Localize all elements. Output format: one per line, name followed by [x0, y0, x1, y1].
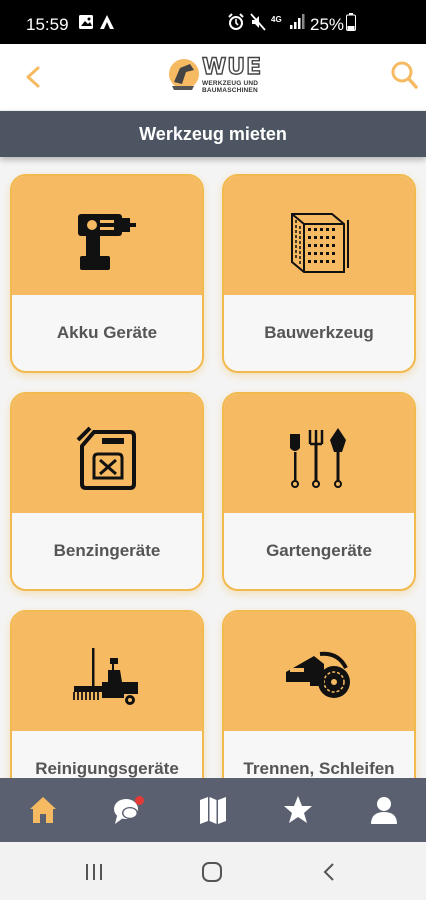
company-logo: WUE WERKZEUG UND BAUMASCHINEN — [168, 54, 268, 94]
alarm-icon — [228, 13, 244, 30]
cleaning-machine-icon — [12, 612, 202, 731]
star-icon[interactable] — [282, 794, 314, 826]
mute-icon — [250, 13, 266, 31]
category-card-benzingeraete[interactable]: Benzingeräte — [10, 392, 204, 591]
app-header: WUE WERKZEUG UND BAUMASCHINEN — [0, 44, 426, 110]
fuel-canister-icon — [12, 394, 202, 513]
recent-apps-icon[interactable] — [82, 860, 106, 884]
category-card-bauwerkzeug[interactable]: Bauwerkzeug — [222, 174, 416, 373]
map-icon[interactable] — [197, 794, 229, 826]
home-button-icon[interactable] — [200, 860, 224, 884]
signal-icon — [290, 14, 305, 29]
page-title: Werkzeug mieten — [0, 111, 426, 157]
category-label: Benzingeräte — [53, 541, 161, 560]
battery-icon — [346, 13, 356, 31]
system-navigation-bar — [0, 842, 426, 900]
category-card-gartengeraete[interactable]: Gartengeräte — [222, 392, 416, 591]
garden-tools-icon — [224, 394, 414, 513]
user-icon[interactable] — [368, 794, 400, 826]
system-back-icon[interactable] — [318, 860, 342, 884]
category-label: Bauwerkzeug — [264, 323, 374, 342]
battery-percent: 25% — [310, 15, 345, 34]
logo-subtitle-line2: BAUMASCHINEN — [202, 87, 258, 94]
app-notification-icon — [100, 15, 114, 29]
home-icon[interactable] — [27, 794, 59, 826]
brick-wall-icon — [224, 176, 414, 295]
logo-wordmark: WUE — [201, 54, 263, 80]
cut-off-saw-icon — [224, 612, 414, 731]
cordless-drill-icon — [12, 176, 202, 295]
back-button[interactable] — [20, 62, 48, 92]
category-label: Gartengeräte — [266, 541, 372, 560]
notification-badge — [135, 796, 144, 805]
gallery-icon — [79, 15, 93, 29]
category-card-akku-geraete[interactable]: Akku Geräte — [10, 174, 204, 373]
search-button[interactable] — [388, 58, 420, 92]
logo-subtitle-line1: WERKZEUG UND — [202, 80, 259, 87]
network-type: 4G — [271, 15, 282, 24]
bottom-navigation — [0, 778, 426, 842]
status-time: 15:59 — [26, 15, 69, 34]
category-label: Akku Geräte — [56, 323, 158, 342]
excavator-logo-icon — [169, 59, 199, 90]
status-bar: 15:59 4G 25% — [0, 0, 426, 44]
